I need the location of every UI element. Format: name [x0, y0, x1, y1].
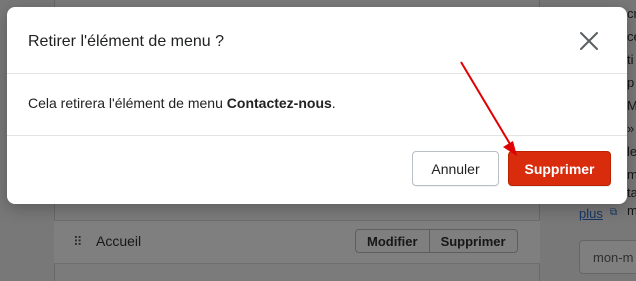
- dialog-title: Retirer l'élément de menu ?: [28, 33, 225, 50]
- close-icon: [580, 32, 598, 50]
- dialog-body: Cela retirera l'élément de menu Contacte…: [7, 75, 627, 136]
- cancel-button[interactable]: Annuler: [412, 151, 499, 186]
- remove-menu-item-dialog: Retirer l'élément de menu ? Cela retirer…: [7, 7, 627, 204]
- dialog-header: Retirer l'élément de menu ?: [7, 7, 627, 74]
- menu-item-name: Contactez-nous: [226, 95, 332, 111]
- message-prefix: Cela retirera l'élément de menu: [28, 95, 227, 111]
- dialog-message: Cela retirera l'élément de menu Contacte…: [28, 95, 336, 111]
- close-button[interactable]: [575, 27, 603, 55]
- confirm-delete-button[interactable]: Supprimer: [508, 151, 611, 186]
- message-suffix: .: [331, 95, 336, 111]
